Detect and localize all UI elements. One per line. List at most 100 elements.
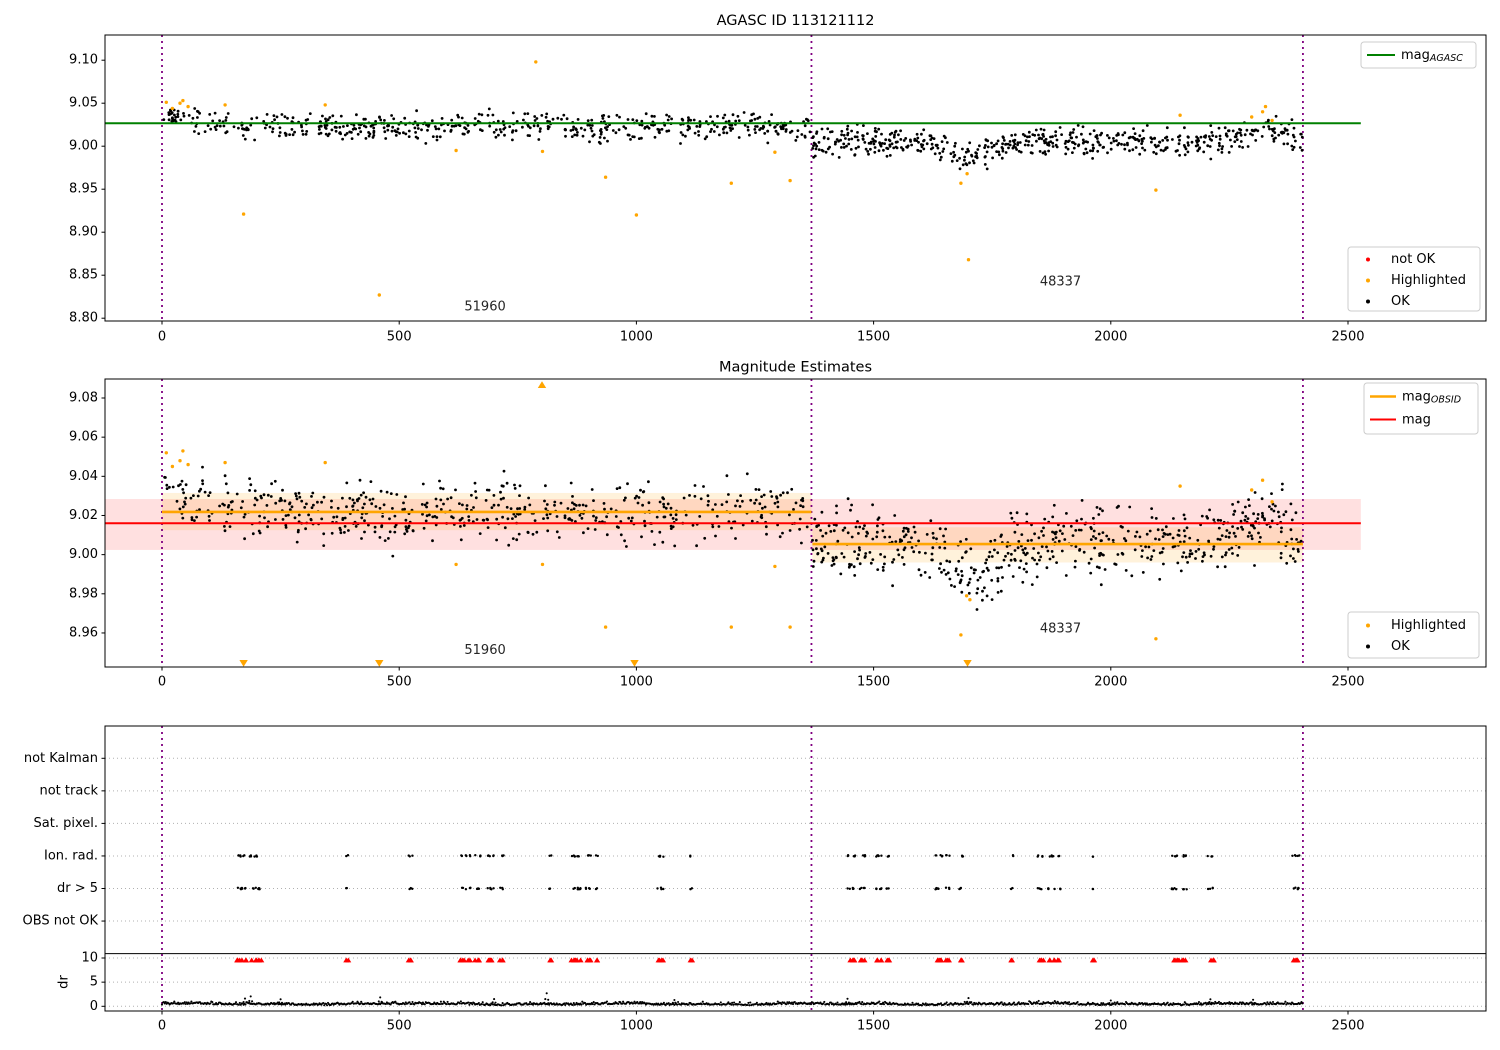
ok-point (1017, 546, 1020, 549)
ok-point (305, 130, 308, 133)
ok-point (938, 546, 941, 549)
ok-point (594, 519, 597, 522)
ok-point (1209, 145, 1212, 148)
ok-point (1065, 512, 1068, 515)
ok-point (274, 502, 277, 505)
ok-point (991, 146, 994, 149)
ok-point (606, 140, 609, 143)
ok-point (347, 529, 350, 532)
ok-point (1252, 512, 1255, 515)
flag-category-label: dr > 5 (57, 881, 98, 896)
ok-point (1056, 139, 1059, 142)
ok-point (870, 562, 873, 565)
ok-point (285, 514, 288, 517)
ok-point (1161, 139, 1164, 142)
ok-point (1173, 545, 1176, 548)
ok-point (1219, 135, 1222, 138)
ok-point (1268, 505, 1271, 508)
ok-point (637, 502, 640, 505)
flag-event-point (1182, 855, 1184, 857)
ok-point (1202, 555, 1205, 558)
ok-point (996, 551, 999, 554)
ok-point (683, 497, 686, 500)
ok-point (1004, 555, 1007, 558)
ok-point (963, 159, 966, 162)
ok-point (754, 125, 757, 128)
ok-point (1116, 506, 1119, 509)
flag-event-point (1212, 887, 1214, 889)
ok-point (1031, 583, 1034, 586)
ok-point (602, 117, 605, 120)
ok-point (850, 138, 853, 141)
ok-point (1019, 141, 1022, 144)
ok-point (1100, 539, 1103, 542)
ok-point (739, 505, 742, 508)
ok-point (1219, 138, 1222, 141)
ok-point (229, 525, 232, 528)
ok-point (633, 136, 636, 139)
ok-point (284, 115, 287, 118)
ok-point (1286, 142, 1289, 145)
ok-point (911, 546, 914, 549)
ok-point (497, 504, 500, 507)
ok-point (1162, 547, 1165, 550)
ok-point (1294, 560, 1297, 563)
ok-point (441, 117, 444, 120)
ok-point (1197, 548, 1200, 551)
ok-point (707, 494, 710, 497)
ok-point (955, 567, 958, 570)
ok-point (1144, 545, 1147, 548)
ok-point (582, 135, 585, 138)
y-tick-label: 9.05 (69, 96, 98, 111)
ok-point (1002, 150, 1005, 153)
ok-point (566, 117, 569, 120)
ok-point (546, 517, 549, 520)
flag-event-point (1047, 887, 1049, 889)
ok-point (438, 480, 441, 483)
ok-point (1025, 513, 1028, 516)
dr-trace-point (860, 1003, 862, 1005)
ok-point (896, 549, 899, 552)
flag-event-point (501, 887, 503, 889)
flag-event-point (888, 855, 890, 857)
dr-trace-point (359, 1003, 361, 1005)
highlighted-point (730, 182, 733, 185)
ok-point (616, 487, 619, 490)
ok-point (1187, 141, 1190, 144)
ok-point (1009, 512, 1012, 515)
ok-point (931, 546, 934, 549)
ok-point (1128, 137, 1131, 140)
ok-point (1172, 517, 1175, 520)
ok-point (466, 504, 469, 507)
ok-point (546, 513, 549, 516)
ok-point (862, 527, 865, 530)
ok-point (391, 555, 394, 558)
ok-point (573, 507, 576, 510)
ok-point (603, 137, 606, 140)
ok-point (753, 502, 756, 505)
ok-point (237, 127, 240, 130)
ok-point (527, 497, 530, 500)
ok-point (585, 505, 588, 508)
ok-point (812, 548, 815, 551)
ok-point (474, 490, 477, 493)
ok-point (857, 532, 860, 535)
ok-point (902, 530, 905, 533)
ok-point (1018, 150, 1021, 153)
ok-point (1099, 144, 1102, 147)
ok-point (1241, 146, 1244, 149)
dr-trace-point (606, 1000, 608, 1002)
ok-point (440, 508, 443, 511)
ok-point (463, 133, 466, 136)
ok-point (387, 537, 390, 540)
ok-point (959, 580, 962, 583)
ok-point (523, 112, 526, 115)
flag-event-point (1186, 888, 1188, 890)
ok-point (281, 113, 284, 116)
ok-point (573, 503, 576, 506)
ok-point (728, 120, 731, 123)
ok-point (556, 515, 559, 518)
ok-point (1185, 148, 1188, 151)
highlighted-point (1250, 488, 1253, 491)
ok-point (828, 524, 831, 527)
